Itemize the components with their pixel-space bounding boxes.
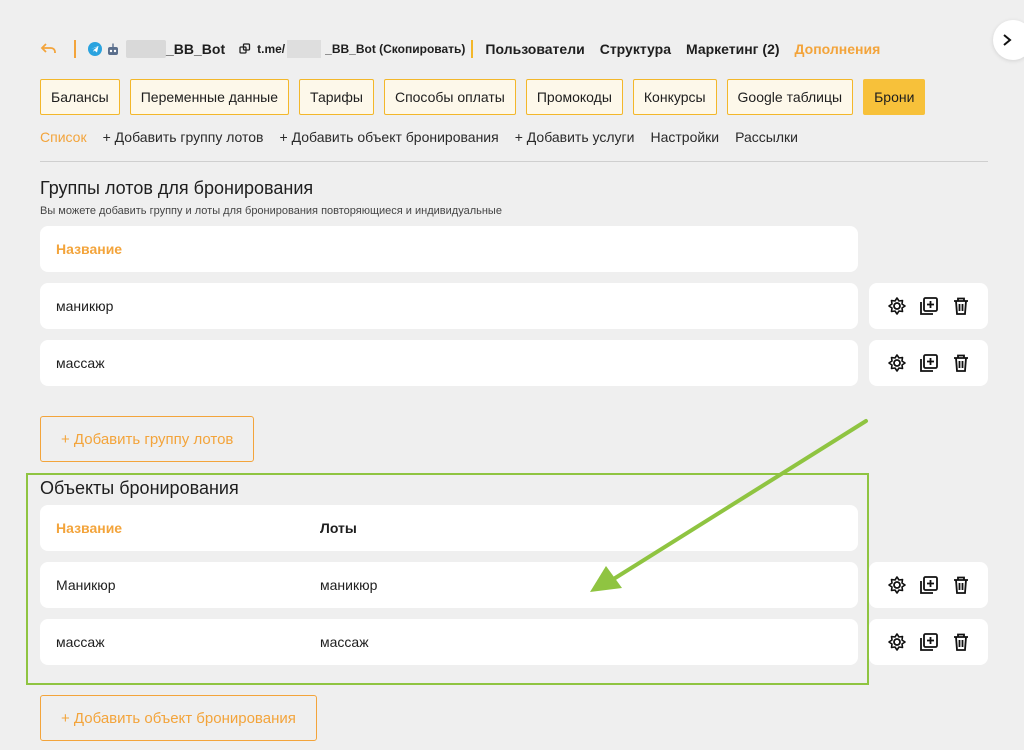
bot-icon: [108, 43, 118, 55]
bot-name: _BB_Bot: [166, 41, 226, 57]
subnav-mailings[interactable]: Рассылки: [735, 129, 798, 145]
redacted-link: [287, 40, 322, 58]
divider: [74, 40, 76, 58]
divider: [471, 40, 474, 58]
divider-line: [40, 161, 988, 162]
duplicate-icon[interactable]: [919, 353, 939, 373]
sub-nav: Список + Добавить группу лотов + Добавит…: [40, 129, 798, 145]
bot-link-suffix: _BB_Bot (Скопировать): [325, 42, 466, 56]
duplicate-icon[interactable]: [919, 632, 939, 652]
add-booking-object-button[interactable]: + Добавить объект бронирования: [40, 695, 317, 741]
add-lot-group-button[interactable]: + Добавить группу лотов: [40, 416, 255, 462]
settings-icon[interactable]: [887, 575, 907, 595]
tab-google-sheets[interactable]: Google таблицы: [726, 79, 854, 115]
table-row[interactable]: Маникюр маникюр: [40, 562, 858, 608]
top-bar: _BB_Bot t.me/ _BB_Bot (Скопировать) Поль…: [40, 38, 895, 60]
tab-variables[interactable]: Переменные данные: [129, 79, 290, 115]
nav-marketing[interactable]: Маркетинг (2): [686, 41, 780, 57]
tab-tariffs[interactable]: Тарифы: [299, 79, 374, 115]
object-lots: массаж: [320, 634, 369, 650]
object-name: массаж: [56, 634, 105, 650]
groups-title: Группы лотов для бронирования: [40, 178, 314, 198]
tab-contests[interactable]: Конкурсы: [632, 79, 717, 115]
group-name: маникюр: [56, 298, 114, 314]
subnav-add-services[interactable]: + Добавить услуги: [515, 129, 635, 145]
trash-icon[interactable]: [951, 575, 971, 595]
groups-subtitle: Вы можете добавить группу и лоты для бро…: [40, 205, 502, 217]
object-lots: маникюр: [320, 577, 378, 593]
row-actions: [869, 619, 988, 665]
next-panel-button[interactable]: [993, 20, 1024, 60]
row-actions: [869, 283, 988, 329]
section-tabs: Балансы Переменные данные Тарифы Способы…: [40, 79, 926, 115]
tab-payment-methods[interactable]: Способы оплаты: [383, 79, 516, 115]
subnav-list[interactable]: Список: [40, 129, 87, 145]
subnav-settings[interactable]: Настройки: [650, 129, 719, 145]
settings-icon[interactable]: [887, 296, 907, 316]
objects-table-header: Название Лоты: [40, 505, 858, 551]
bot-link-prefix: t.me/: [257, 42, 286, 56]
settings-icon[interactable]: [887, 353, 907, 373]
column-header-name: Название: [56, 241, 123, 257]
subnav-add-lot-group[interactable]: + Добавить группу лотов: [103, 129, 264, 145]
duplicate-icon[interactable]: [919, 575, 939, 595]
subnav-add-booking-object[interactable]: + Добавить объект бронирования: [280, 129, 499, 145]
table-row[interactable]: массаж: [40, 340, 858, 386]
trash-icon[interactable]: [951, 296, 971, 316]
column-header-lots: Лоты: [320, 520, 357, 536]
bot-link[interactable]: t.me/ _BB_Bot (Скопировать): [257, 40, 465, 58]
chevron-right-icon: [1003, 34, 1012, 46]
tab-bookings[interactable]: Брони: [863, 79, 926, 115]
duplicate-icon[interactable]: [919, 296, 939, 316]
trash-icon[interactable]: [951, 353, 971, 373]
table-row[interactable]: маникюр: [40, 283, 858, 329]
redacted-bot-prefix: [126, 40, 166, 58]
row-actions: [869, 340, 988, 386]
telegram-icon: [88, 42, 102, 56]
row-actions: [869, 562, 988, 608]
objects-title: Объекты бронирования: [40, 478, 239, 498]
page: _BB_Bot t.me/ _BB_Bot (Скопировать) Поль…: [0, 0, 1024, 750]
copy-link-icon[interactable]: [239, 43, 251, 55]
nav-structure[interactable]: Структура: [600, 41, 671, 57]
back-arrow-icon[interactable]: [40, 40, 58, 58]
nav-users[interactable]: Пользователи: [485, 41, 584, 57]
group-name: массаж: [56, 355, 105, 371]
object-name: Маникюр: [56, 577, 116, 593]
tab-balances[interactable]: Балансы: [40, 79, 120, 115]
tab-promocodes[interactable]: Промокоды: [525, 79, 623, 115]
nav-addons[interactable]: Дополнения: [795, 41, 881, 57]
groups-table-header: Название: [40, 226, 858, 272]
settings-icon[interactable]: [887, 632, 907, 652]
table-row[interactable]: массаж массаж: [40, 619, 858, 665]
column-header-name: Название: [56, 520, 123, 536]
trash-icon[interactable]: [951, 632, 971, 652]
